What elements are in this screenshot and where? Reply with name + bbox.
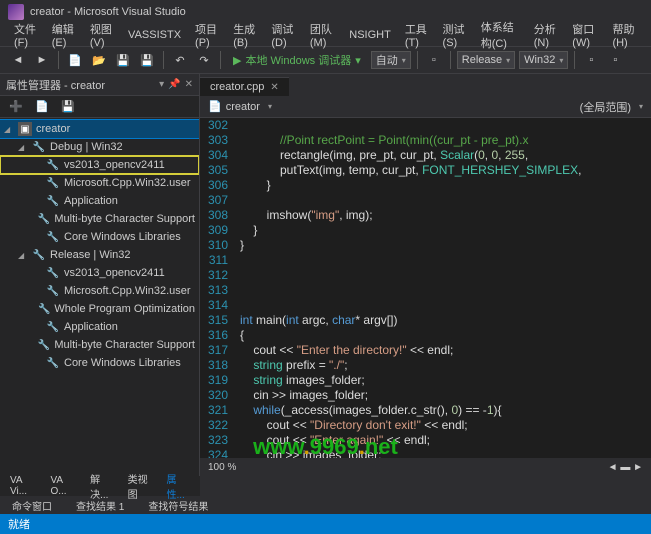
menu-item[interactable]: 帮助(H) bbox=[606, 19, 643, 51]
menu-item[interactable]: 测试(S) bbox=[437, 19, 473, 51]
window-title: creator - Microsoft Visual Studio bbox=[30, 6, 186, 18]
menu-item[interactable]: 编辑(E) bbox=[46, 19, 82, 51]
status-bar: 就绪 bbox=[0, 514, 651, 534]
menu-item[interactable]: 体系结构(C) bbox=[475, 17, 526, 53]
code-editor[interactable]: 302303 //Point rectPoint = Point(min((cu… bbox=[200, 118, 651, 458]
menu-item[interactable]: 文件(F) bbox=[8, 19, 44, 51]
open-icon[interactable]: 📂 bbox=[89, 50, 109, 70]
panel-toolbar: ➕ 📄 💾 bbox=[0, 96, 199, 118]
menu-item[interactable]: 工具(T) bbox=[399, 19, 435, 51]
start-debug-label: 本地 Windows 调试器 bbox=[245, 52, 351, 68]
tree-item-vs2013-opencv2411[interactable]: 🔧vs2013_opencv2411 bbox=[0, 264, 199, 282]
breadcrumb-member[interactable]: (全局范围) bbox=[580, 99, 631, 115]
start-debug-button[interactable]: ▶ 本地 Windows 调试器 ▾ bbox=[227, 50, 367, 70]
panel-header: 属性管理器 - creator ▾ 📌 ✕ bbox=[0, 74, 199, 96]
config-combo[interactable]: 自动 bbox=[371, 51, 411, 69]
menu-item[interactable]: 团队(M) bbox=[304, 19, 341, 51]
tree-item-whole-program-optimization[interactable]: 🔧Whole Program Optimization bbox=[0, 300, 199, 318]
tool-window-tabs: 命令窗口查找结果 1 查找符号结果 bbox=[0, 496, 651, 514]
tree-item-microsoft-cpp-win32-user[interactable]: 🔧Microsoft.Cpp.Win32.user bbox=[0, 174, 199, 192]
editor-footer: 100 % ◄ ▬ ► bbox=[200, 458, 651, 476]
tree-item-application[interactable]: 🔧Application bbox=[0, 192, 199, 210]
menu-bar: 文件(F)编辑(E)视图(V)VASSISTX项目(P)生成(B)调试(D)团队… bbox=[0, 24, 651, 46]
menu-item[interactable]: 窗口(W) bbox=[566, 19, 604, 51]
tree-config-release---win32[interactable]: ◢🔧Release | Win32 bbox=[0, 246, 199, 264]
breadcrumb-bar: 📄 creator ▾ (全局范围) ▾ bbox=[200, 96, 651, 118]
pin-icon[interactable]: 📌 bbox=[168, 79, 180, 90]
new-project-icon[interactable]: 📄 bbox=[65, 50, 85, 70]
toolbar-icon[interactable]: ▫ bbox=[581, 50, 601, 70]
save-all-icon[interactable]: 💾 bbox=[137, 50, 157, 70]
tree-config-debug---win32[interactable]: ◢🔧Debug | Win32 bbox=[0, 138, 199, 156]
tree-item-multi-byte-character-support[interactable]: 🔧Multi-byte Character Support bbox=[0, 210, 199, 228]
nav-fwd-icon[interactable]: ► bbox=[32, 50, 52, 70]
panel-title: 属性管理器 - creator bbox=[6, 77, 105, 93]
save-prop-icon[interactable]: 💾 bbox=[58, 97, 78, 117]
editor-area: creator.cpp ✕ 📄 creator ▾ (全局范围) ▾ 30230… bbox=[200, 74, 651, 476]
menu-item[interactable]: NSIGHT bbox=[343, 27, 397, 43]
tab-creator-cpp[interactable]: creator.cpp ✕ bbox=[200, 77, 289, 96]
tool-tab[interactable]: 查找结果 1 bbox=[70, 496, 130, 515]
redo-icon[interactable]: ↷ bbox=[194, 50, 214, 70]
menu-item[interactable]: 分析(N) bbox=[528, 19, 565, 51]
platform-combo[interactable]: Win32 bbox=[519, 51, 568, 69]
menu-item[interactable]: 视图(V) bbox=[84, 19, 120, 51]
breadcrumb-scope[interactable]: 📄 creator bbox=[208, 100, 260, 113]
editor-tabs: creator.cpp ✕ bbox=[200, 74, 651, 96]
tool-tab[interactable]: 查找符号结果 bbox=[142, 496, 214, 515]
add-existing-icon[interactable]: 📄 bbox=[32, 97, 52, 117]
release-combo[interactable]: Release bbox=[457, 51, 515, 69]
tab-label: creator.cpp bbox=[210, 81, 264, 93]
sidebar-bottom-tabs: VA Vi...VA O...解决...类视图属性... bbox=[0, 476, 200, 496]
tool-tab[interactable]: 命令窗口 bbox=[6, 496, 58, 515]
close-icon[interactable]: ✕ bbox=[185, 79, 193, 90]
property-manager-panel: 属性管理器 - creator ▾ 📌 ✕ ➕ 📄 💾 ◢▣creator◢🔧D… bbox=[0, 74, 200, 476]
tree-project-creator[interactable]: ◢▣creator bbox=[0, 120, 199, 138]
toolbar: ◄ ► 📄 📂 💾 💾 ↶ ↷ ▶ 本地 Windows 调试器 ▾ 自动 ▫ … bbox=[0, 46, 651, 74]
nav-back-icon[interactable]: ◄ bbox=[8, 50, 28, 70]
tree-item-vs2013-opencv2411[interactable]: 🔧vs2013_opencv2411 bbox=[0, 156, 199, 174]
vs-logo-icon bbox=[8, 4, 24, 20]
toolbar-icon[interactable]: ▫ bbox=[424, 50, 444, 70]
tree-item-application[interactable]: 🔧Application bbox=[0, 318, 199, 336]
add-sheet-icon[interactable]: ➕ bbox=[6, 97, 26, 117]
menu-item[interactable]: 项目(P) bbox=[189, 19, 225, 51]
menu-item[interactable]: 调试(D) bbox=[265, 19, 302, 51]
zoom-level[interactable]: 100 % bbox=[208, 462, 236, 473]
property-tree: ◢▣creator◢🔧Debug | Win32🔧vs2013_opencv24… bbox=[0, 118, 199, 476]
dropdown-icon[interactable]: ▾ bbox=[159, 79, 164, 90]
close-icon[interactable]: ✕ bbox=[270, 82, 278, 93]
tree-item-core-windows-libraries[interactable]: 🔧Core Windows Libraries bbox=[0, 228, 199, 246]
status-text: 就绪 bbox=[8, 516, 30, 532]
tree-item-microsoft-cpp-win32-user[interactable]: 🔧Microsoft.Cpp.Win32.user bbox=[0, 282, 199, 300]
tree-item-core-windows-libraries[interactable]: 🔧Core Windows Libraries bbox=[0, 354, 199, 372]
menu-item[interactable]: VASSISTX bbox=[122, 27, 187, 43]
tree-item-multi-byte-character-support[interactable]: 🔧Multi-byte Character Support bbox=[0, 336, 199, 354]
save-icon[interactable]: 💾 bbox=[113, 50, 133, 70]
toolbar-icon[interactable]: ▫ bbox=[605, 50, 625, 70]
menu-item[interactable]: 生成(B) bbox=[227, 19, 263, 51]
undo-icon[interactable]: ↶ bbox=[170, 50, 190, 70]
